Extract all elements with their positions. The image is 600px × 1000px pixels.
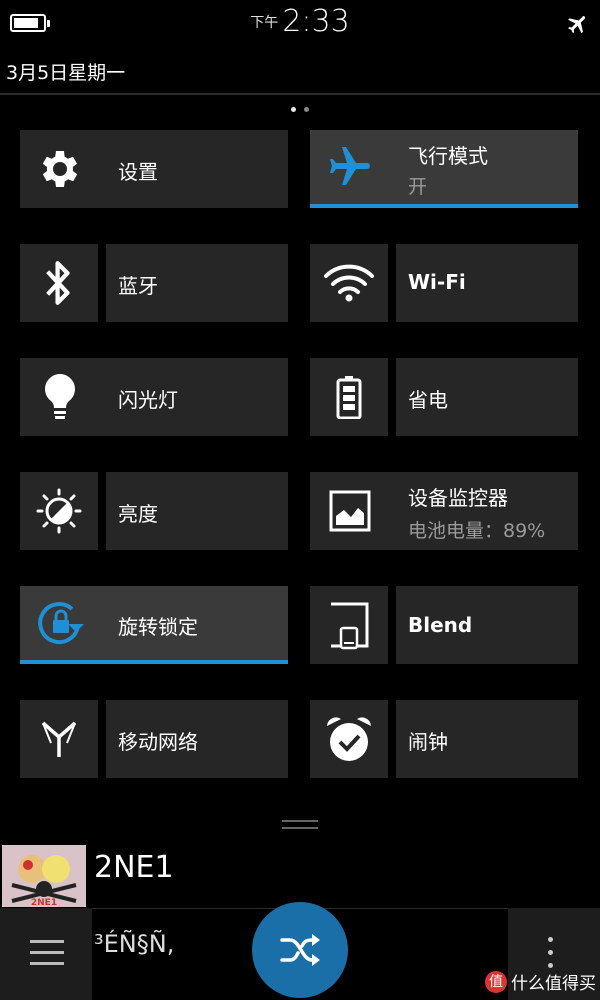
dot xyxy=(548,950,553,955)
battery-icon xyxy=(310,358,388,436)
brightness-icon xyxy=(20,472,98,550)
tile-device-monitor-detail: 电池电量：89% xyxy=(408,520,546,542)
tile-wifi[interactable]: Wi-Fi xyxy=(396,244,578,322)
menu-line xyxy=(30,940,64,943)
tile-brightness-icon-area[interactable] xyxy=(20,472,98,550)
page-dot xyxy=(304,107,309,112)
tile-mobile-network[interactable]: 移动网络 xyxy=(106,700,288,778)
shuffle-icon xyxy=(280,934,320,966)
tile-settings[interactable]: 设置 xyxy=(20,130,288,208)
handle-line xyxy=(282,820,318,822)
airplane-mode-status-icon xyxy=(568,16,586,34)
tile-blend-label: Blend xyxy=(408,613,473,637)
hamburger-menu-icon[interactable] xyxy=(30,940,64,968)
tile-airplane-mode[interactable]: 飞行模式 开 xyxy=(310,130,578,204)
wifi-icon xyxy=(310,244,388,322)
tile-blend-icon-area[interactable] xyxy=(310,586,388,664)
tile-wifi-label: Wi-Fi xyxy=(408,270,466,294)
blend-icon xyxy=(310,586,388,664)
svg-text:2NE1: 2NE1 xyxy=(31,898,57,907)
divider xyxy=(0,93,600,95)
handle-line xyxy=(282,827,318,829)
watermark-logo-icon: 值 xyxy=(485,970,507,993)
alarm-clock-icon xyxy=(310,700,388,778)
dot xyxy=(548,937,553,942)
bluetooth-icon xyxy=(20,244,98,322)
clock-time: 2:33 xyxy=(282,4,350,39)
tile-flashlight[interactable]: 闪光灯 xyxy=(20,358,288,436)
tile-rotation-lock[interactable]: 旋转锁定 xyxy=(20,586,288,660)
more-options-icon[interactable] xyxy=(548,937,556,973)
tile-alarm-icon-area[interactable] xyxy=(310,700,388,778)
lightbulb-icon xyxy=(20,358,100,436)
airplane-active-indicator xyxy=(310,204,578,208)
tile-settings-label: 设置 xyxy=(118,160,158,184)
tile-rotation-lock-label: 旋转锁定 xyxy=(118,615,198,639)
tile-brightness[interactable]: 亮度 xyxy=(106,472,288,550)
tile-airplane-label: 飞行模式 xyxy=(408,144,488,168)
menu-line xyxy=(30,951,64,954)
tile-brightness-label: 亮度 xyxy=(118,502,158,526)
monitor-chart-icon xyxy=(310,472,390,550)
tile-power-saver-label: 省电 xyxy=(408,388,448,412)
page-dot-active xyxy=(291,107,296,112)
clock-ampm: 下午 xyxy=(250,15,279,31)
tile-flashlight-label: 闪光灯 xyxy=(118,388,178,412)
rotation-lock-active-indicator xyxy=(20,660,288,664)
tile-bluetooth-icon-area[interactable] xyxy=(20,244,98,322)
tile-device-monitor[interactable]: 设备监控器 电池电量：89% xyxy=(310,472,578,550)
track-title: 2NE1 xyxy=(94,850,174,885)
tile-mobile-network-icon-area[interactable] xyxy=(20,700,98,778)
watermark-text: 什么值得买 xyxy=(511,974,596,994)
watermark: 值 什么值得买 xyxy=(485,969,596,994)
tile-bluetooth-label: 蓝牙 xyxy=(118,274,158,298)
date-label: 3月5日星期一 xyxy=(6,62,126,84)
menu-line xyxy=(30,962,64,965)
rotation-lock-icon xyxy=(20,586,106,660)
tile-power-saver-icon-area[interactable] xyxy=(310,358,388,436)
tile-wifi-icon-area[interactable] xyxy=(310,244,388,322)
gear-icon xyxy=(20,130,100,208)
tile-airplane-state: 开 xyxy=(408,176,428,198)
tile-blend[interactable]: Blend xyxy=(396,586,578,664)
tile-power-saver[interactable]: 省电 xyxy=(396,358,578,436)
page-indicator xyxy=(0,107,600,112)
tile-alarm-label: 闹钟 xyxy=(408,730,448,754)
tile-alarm[interactable]: 闹钟 xyxy=(396,700,578,778)
tile-device-monitor-label: 设备监控器 xyxy=(408,486,508,510)
drawer-drag-handle[interactable] xyxy=(282,820,318,836)
tile-mobile-network-label: 移动网络 xyxy=(118,730,198,754)
track-subtitle: ³ÉÑ§Ñ, xyxy=(94,930,175,958)
clock: 下午 2:33 xyxy=(0,4,600,39)
status-bar: 下午 2:33 xyxy=(0,0,600,50)
airplane-icon xyxy=(310,130,390,204)
shuffle-button[interactable] xyxy=(252,902,348,998)
antenna-icon xyxy=(20,700,98,778)
tile-bluetooth[interactable]: 蓝牙 xyxy=(106,244,288,322)
album-art[interactable]: 2NE1 xyxy=(2,845,86,907)
dot xyxy=(548,963,553,968)
